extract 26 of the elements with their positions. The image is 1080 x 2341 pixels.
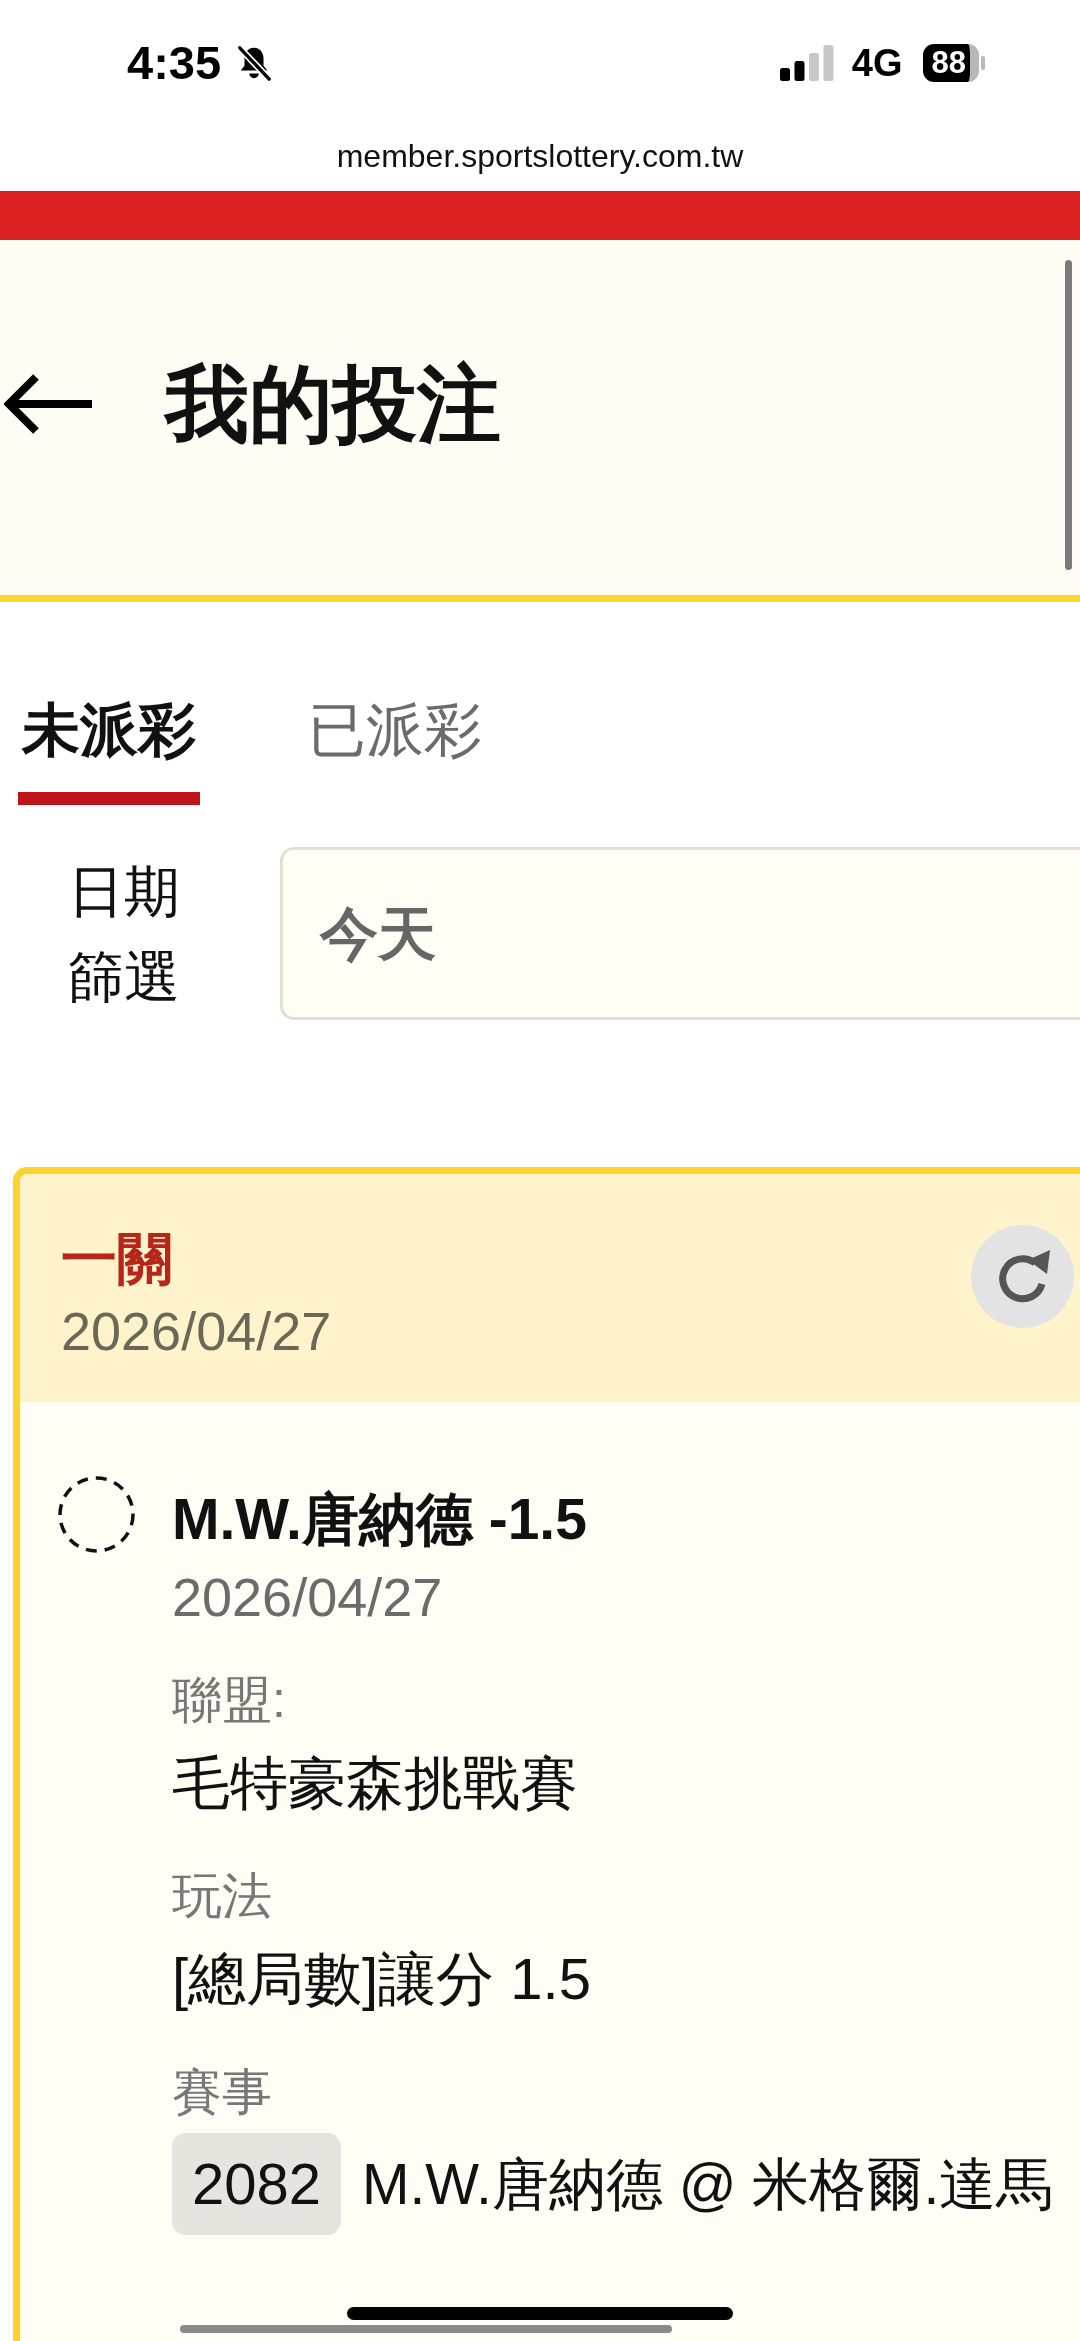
battery-level: 88 <box>922 44 979 82</box>
network-type: 4G <box>851 41 903 85</box>
selection-title: M.W.唐納德 -1.5 <box>172 1486 588 1553</box>
detail-value: [總局數]讓分 1.5 <box>172 1945 592 2013</box>
detail-value: 毛特豪森挑戰賽 <box>172 1749 579 1817</box>
detail-label: 聯盟: <box>172 1671 287 1730</box>
bell-slash-icon <box>235 44 274 82</box>
signal-icon <box>779 45 834 81</box>
battery-tip-icon <box>981 56 985 70</box>
browser-address[interactable]: member.sportslottery.com.tw <box>336 135 744 176</box>
detail-label: 玩法 <box>172 1867 273 1926</box>
status-time: 4:35 <box>127 35 222 91</box>
selection-date: 2026/04/27 <box>172 1566 444 1629</box>
tab[interactable]: 未派彩 <box>18 670 200 805</box>
page-title: 我的投注 <box>165 355 501 453</box>
event-name: M.W.唐納德 @ 米格爾.達馬 <box>362 2151 1054 2218</box>
bet-type: 一關 <box>61 1227 174 1291</box>
back-button[interactable] <box>3 371 95 436</box>
dashed-circle-icon <box>58 1476 135 1553</box>
bet-date: 2026/04/27 <box>61 1300 332 1363</box>
tab[interactable]: 已派彩 <box>304 670 486 805</box>
date-filter-label: 日期篩選 <box>68 858 181 1010</box>
event-code: 2082 <box>172 2133 342 2235</box>
detail-label: 賽事 <box>172 2063 273 2122</box>
date-filter-field[interactable]: 今天 <box>280 847 1080 1020</box>
back-arrow-icon <box>4 372 94 435</box>
